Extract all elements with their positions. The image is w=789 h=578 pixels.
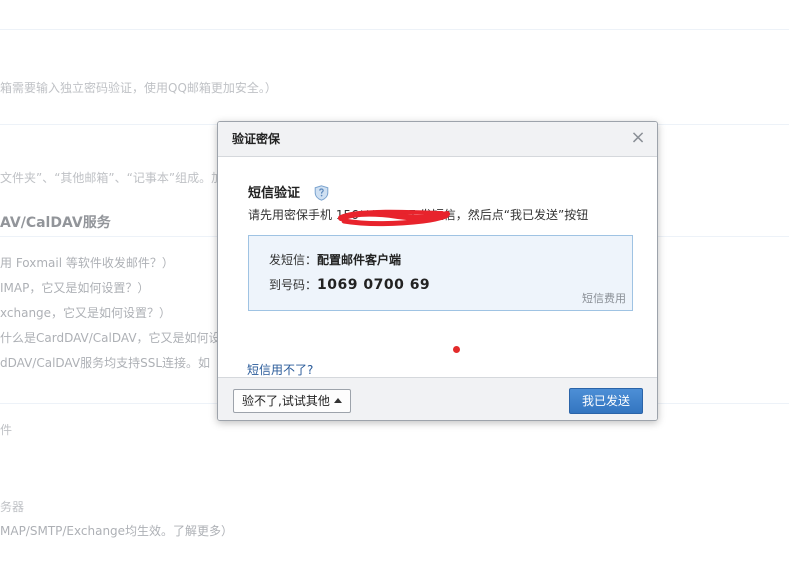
- redaction-scribble: [338, 209, 450, 227]
- annotation-dot: [453, 346, 460, 353]
- dialog-header: 验证密保 ×: [218, 122, 657, 157]
- sms-number-value: 1069 0700 69: [317, 277, 431, 293]
- dialog-body: 短信验证 请先用密保手机 156*******67 发短信，然后点“我已发送”按…: [218, 157, 657, 377]
- sms-number-row: 到号码：1069 0700 69: [269, 276, 430, 294]
- sms-verify-title: 短信验证: [248, 186, 301, 201]
- shield-icon: [314, 185, 329, 201]
- sms-number-label: 到号码：: [269, 278, 318, 292]
- dialog-title: 验证密保: [232, 132, 281, 146]
- caret-up-icon: [333, 398, 342, 403]
- sms-unavailable-link[interactable]: 短信用不了?: [247, 362, 313, 378]
- sms-fee-link[interactable]: 短信费用: [582, 292, 626, 306]
- try-other-method-button[interactable]: 验不了,试试其他: [233, 389, 351, 413]
- close-icon[interactable]: ×: [629, 129, 647, 147]
- sms-send-row: 发短信：配置邮件客户端: [269, 251, 401, 269]
- sms-send-label: 发短信：: [269, 253, 318, 267]
- try-other-method-label: 验不了,试试其他: [242, 394, 330, 408]
- already-sent-button[interactable]: 我已发送: [568, 388, 643, 414]
- dialog-footer: 验不了,试试其他 我已发送: [218, 377, 657, 420]
- sms-send-value: 配置邮件客户端: [317, 253, 402, 267]
- verify-security-dialog: 验证密保 × 短信验证 请先用密保手机 156*******67 发短信，然后点…: [217, 121, 658, 421]
- sms-content-box: 发短信：配置邮件客户端 到号码：1069 0700 69 短信费用: [248, 235, 633, 311]
